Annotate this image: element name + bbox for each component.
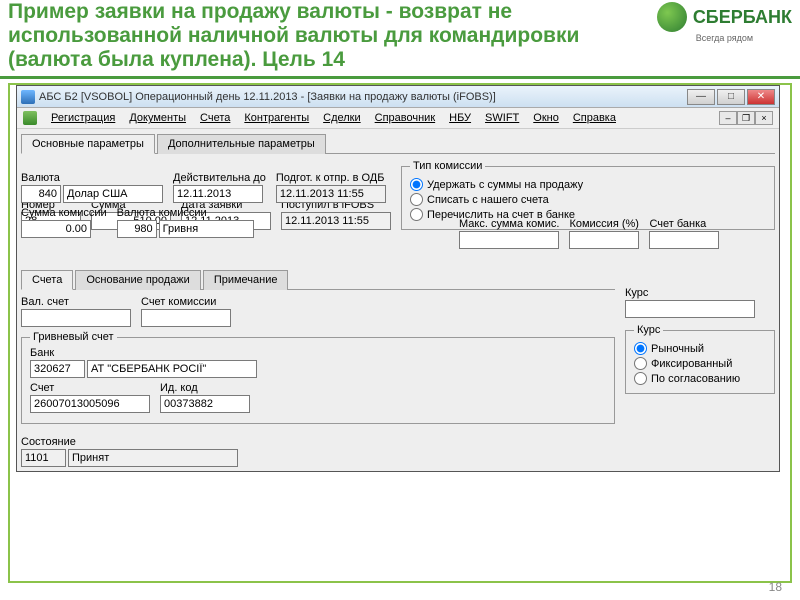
menu-accounts[interactable]: Счета (194, 110, 236, 126)
rate-type-legend: Курс (634, 324, 663, 336)
state-name-input (68, 449, 238, 467)
uah-account-group: Гривневый счет Банк Счет Ид. код (21, 331, 615, 424)
rate-opt-market[interactable] (634, 342, 647, 355)
label-state: Состояние (21, 436, 615, 448)
label-val-acct: Вал. счет (21, 296, 131, 308)
bank-acct-input[interactable] (649, 231, 719, 249)
mdi-close-button[interactable]: × (755, 111, 773, 125)
currency-code-input[interactable] (21, 185, 61, 203)
uah-account-legend: Гривневый счет (30, 331, 117, 343)
inner-tab-basis[interactable]: Основание продажи (75, 270, 200, 290)
tab-extra-params[interactable]: Дополнительные параметры (157, 134, 326, 154)
label-max-comm: Макс. сумма комис. (459, 218, 559, 230)
menu-registration[interactable]: Регистрация (45, 110, 121, 126)
menu-nbu[interactable]: НБУ (443, 110, 477, 126)
acct-input[interactable] (30, 395, 150, 413)
close-button[interactable]: ✕ (747, 89, 775, 105)
comm-opt-debit[interactable] (410, 193, 423, 206)
comm-acct-input[interactable] (141, 309, 231, 327)
max-comm-input[interactable] (459, 231, 559, 249)
app-icon (21, 90, 35, 104)
logo: СБЕРБАНК Всегда рядом (657, 2, 792, 43)
valid-to-input[interactable] (173, 185, 263, 203)
comm-sum-input[interactable] (21, 220, 91, 238)
commission-type-legend: Тип комиссии (410, 160, 485, 172)
menu-deals[interactable]: Сделки (317, 110, 367, 126)
received-input (281, 212, 391, 230)
comm-pct-input[interactable] (569, 231, 639, 249)
label-rate: Курс (625, 287, 775, 299)
menu-documents[interactable]: Документы (123, 110, 192, 126)
label-comm-acct: Счет комиссии (141, 296, 231, 308)
slide-title: Пример заявки на продажу валюты - возвра… (8, 0, 649, 72)
label-currency: Валюта (21, 172, 163, 184)
inner-tab-accounts[interactable]: Счета (21, 270, 73, 290)
rate-input[interactable] (625, 300, 755, 318)
rate-opt-fixed[interactable] (634, 357, 647, 370)
comm-curr-code-input[interactable] (117, 220, 157, 238)
menubar: Регистрация Документы Счета Контрагенты … (17, 108, 779, 129)
inner-tab-note[interactable]: Примечание (203, 270, 289, 290)
label-comm-curr: Валюта комиссии (117, 207, 254, 219)
mdi-restore-button[interactable]: ❐ (737, 111, 755, 125)
menu-counterparties[interactable]: Контрагенты (238, 110, 315, 126)
state-code-input (21, 449, 66, 467)
app-window: АБС Б2 [VSOBOL] Операционный день 12.11.… (16, 85, 780, 472)
maximize-button[interactable]: □ (717, 89, 745, 105)
menu-swift[interactable]: SWIFT (479, 110, 525, 126)
label-valid-to: Действительна до (173, 172, 266, 184)
val-acct-input[interactable] (21, 309, 131, 327)
logo-tagline: Всегда рядом (696, 33, 753, 43)
comm-opt-deduct[interactable] (410, 178, 423, 191)
sberbank-logo-icon (657, 2, 687, 32)
titlebar: АБС Б2 [VSOBOL] Операционный день 12.11.… (17, 86, 779, 108)
minimize-button[interactable]: — (687, 89, 715, 105)
rate-type-group: Курс Рыночный Фиксированный По согласова… (625, 324, 775, 394)
tab-main-params[interactable]: Основные параметры (21, 134, 155, 154)
prep-odb-input (276, 185, 386, 203)
menu-reference[interactable]: Справочник (369, 110, 442, 126)
menu-app-icon (23, 111, 37, 125)
comm-curr-name-input[interactable] (159, 220, 254, 238)
window-title: АБС Б2 [VSOBOL] Операционный день 12.11.… (39, 91, 687, 103)
currency-name-input[interactable] (63, 185, 163, 203)
mdi-minimize-button[interactable]: – (719, 111, 737, 125)
comm-opt-transfer[interactable] (410, 208, 423, 221)
logo-text: СБЕРБАНК (693, 7, 792, 28)
rate-opt-agreement[interactable] (634, 372, 647, 385)
label-prep-odb: Подгот. к отпр. в ОДБ (276, 172, 386, 184)
label-idcode: Ид. код (160, 382, 250, 394)
label-comm-pct: Комиссия (%) (569, 218, 639, 230)
label-comm-sum: Сумма комиссии (21, 207, 107, 219)
slide-number: 18 (769, 580, 782, 594)
bank-code-input[interactable] (30, 360, 85, 378)
menu-window[interactable]: Окно (527, 110, 565, 126)
idcode-input[interactable] (160, 395, 250, 413)
label-acct: Счет (30, 382, 150, 394)
label-bank-acct: Счет банка (649, 218, 719, 230)
bank-name-input[interactable] (87, 360, 257, 378)
label-bank: Банк (30, 347, 606, 359)
menu-help[interactable]: Справка (567, 110, 622, 126)
